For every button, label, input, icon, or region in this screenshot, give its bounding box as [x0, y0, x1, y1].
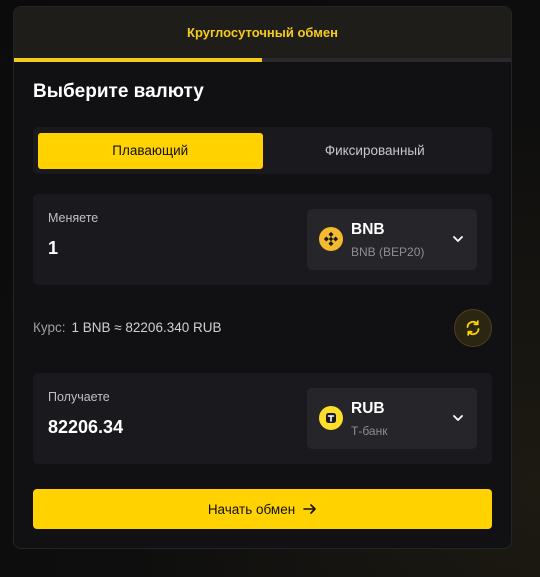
rate-floating-option[interactable]: Плавающий: [38, 132, 263, 169]
bnb-coin-icon: [319, 227, 343, 251]
start-exchange-label: Начать обмен: [207, 501, 296, 517]
send-label: Меняете: [48, 211, 99, 225]
exchange-rate-label: Курс:: [33, 320, 66, 335]
page-title: Выберите валюту: [33, 81, 204, 102]
start-exchange-button[interactable]: Начать обмен: [33, 489, 492, 529]
rate-fixed-option[interactable]: Фиксированный: [263, 133, 488, 169]
tab-inactive-track: [262, 58, 511, 62]
send-currency-code: BNB: [351, 221, 385, 238]
exchange-card: Круглосуточный обмен Выберите валюту Пла…: [13, 6, 512, 549]
tab-active-indicator: [14, 58, 262, 62]
rate-type-toggle: Плавающий Фиксированный: [33, 127, 492, 174]
swap-button[interactable]: [454, 309, 492, 347]
send-currency-network: BNB (BEP20): [351, 245, 425, 259]
exchange-rate-value: 1 BNB ≈ 82206.340 RUB: [71, 320, 222, 335]
tab-underline: [14, 58, 511, 62]
tab-exchange-24h[interactable]: Круглосуточный обмен: [14, 7, 511, 58]
receive-label: Получаете: [48, 390, 110, 404]
chevron-down-icon: [453, 236, 463, 242]
chevron-down-icon: [453, 415, 463, 421]
receive-currency-network: Т-банк: [351, 424, 388, 438]
receive-panel: Получаете 82206.34 RUB Т-банк: [33, 373, 492, 464]
receive-currency-select[interactable]: RUB Т-банк: [307, 388, 477, 449]
send-amount-input[interactable]: 1: [48, 238, 58, 259]
arrow-right-icon: [303, 504, 316, 514]
tbank-icon: [319, 406, 343, 430]
send-panel: Меняете 1 BNB BNB (BEP20): [33, 194, 492, 285]
send-currency-select[interactable]: BNB BNB (BEP20): [307, 209, 477, 270]
exchange-rate: Курс: 1 BNB ≈ 82206.340 RUB: [33, 320, 221, 335]
refresh-icon: [466, 320, 480, 336]
receive-currency-code: RUB: [351, 400, 385, 417]
tab-exchange-24h-label: Круглосуточный обмен: [187, 25, 338, 40]
receive-amount-field[interactable]: 82206.34: [48, 417, 123, 438]
